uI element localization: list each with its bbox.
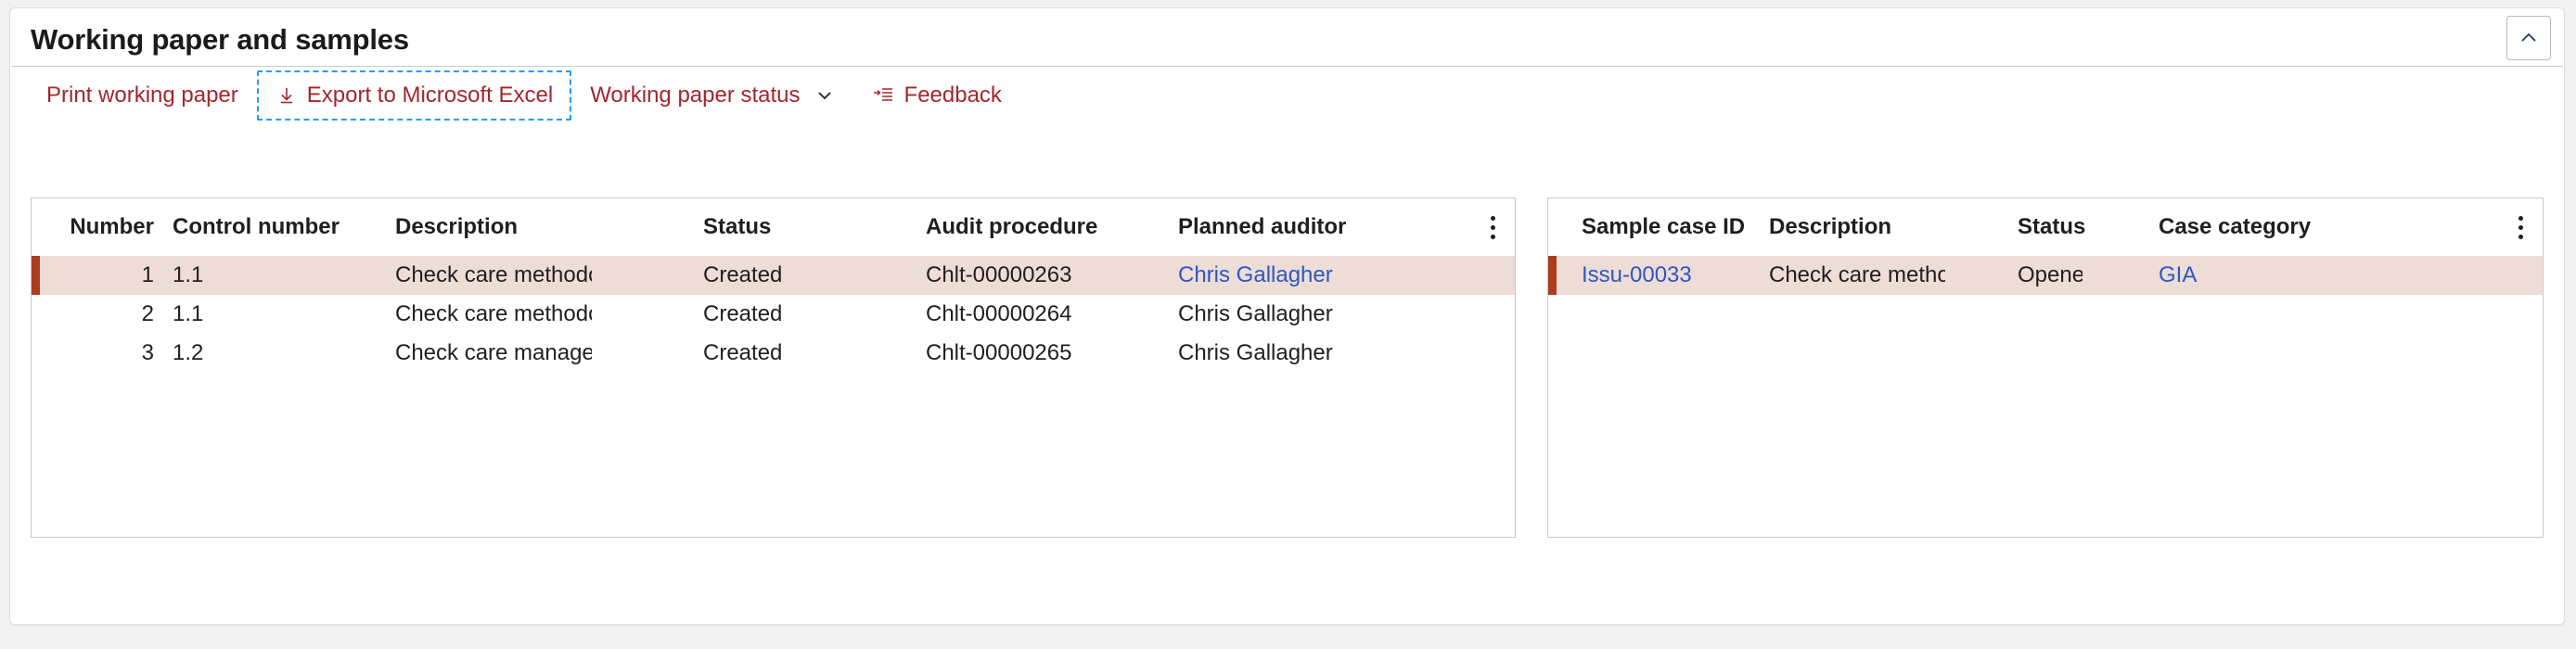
cell-planned-auditor: Chris Gallagher: [1178, 301, 1333, 326]
column-header-planned-auditor[interactable]: Planned auditor: [1169, 214, 1354, 240]
cell-audit-procedure: Chlt-00000265: [926, 340, 1072, 365]
cell-control-number: 1.1: [173, 301, 204, 326]
row-selection-indicator: [32, 295, 40, 334]
chevron-up-icon: [2517, 26, 2541, 50]
more-vertical-icon: [2518, 213, 2523, 241]
export-to-excel-label: Export to Microsoft Excel: [306, 82, 554, 108]
column-header-number[interactable]: Number: [56, 214, 163, 240]
feedback-label: Feedback: [904, 82, 1002, 108]
column-header-description[interactable]: Description: [386, 214, 592, 240]
column-header-sample-case-id[interactable]: Sample case ID: [1572, 214, 1745, 240]
samples-grid: Sample case ID Description Status Case c…: [1547, 197, 2544, 538]
download-arrow-icon: [276, 84, 298, 107]
cell-planned-auditor: Chris Gallagher: [1169, 262, 1354, 288]
cell-description: Check care methodology: [395, 262, 592, 287]
working-paper-grid-options-button[interactable]: [1480, 211, 1506, 243]
row-selection-indicator: [32, 334, 40, 373]
working-paper-status-label: Working paper status: [590, 82, 801, 108]
cell-description: Check care methodology: [395, 301, 592, 326]
chevron-down-icon: [814, 84, 836, 107]
cell-control-number: 1.1: [173, 262, 204, 287]
cell-description: Check care management: [395, 340, 592, 365]
working-paper-fasttab: Working paper and samples Print working …: [9, 7, 2565, 625]
cell-number: 3: [141, 340, 154, 365]
page-background: Working paper and samples Print working …: [0, 0, 2576, 649]
page-title: Working paper and samples: [31, 23, 409, 56]
column-header-case-category[interactable]: Case category: [2149, 214, 2311, 240]
cell-status: Created: [703, 301, 783, 326]
planned-auditor-link[interactable]: Chris Gallagher: [1178, 262, 1333, 287]
case-category-link[interactable]: GIA: [2159, 262, 2197, 287]
table-row[interactable]: 2 1.1 Check care methodology Created Chl…: [32, 295, 1515, 334]
grids-container: Number Control number Description Status…: [10, 125, 2564, 624]
table-row[interactable]: 1 1.1 Check care methodology Created Chl…: [32, 256, 1515, 295]
collapse-panel-button[interactable]: [2506, 16, 2551, 60]
feedback-button[interactable]: Feedback: [854, 70, 1020, 121]
print-working-paper-button[interactable]: Print working paper: [28, 70, 257, 121]
working-paper-grid: Number Control number Description Status…: [31, 197, 1516, 538]
row-selection-indicator: [1548, 256, 1557, 295]
command-toolbar: Print working paper Export to Microsoft …: [11, 66, 2563, 123]
cell-planned-auditor: Chris Gallagher: [1178, 340, 1333, 365]
samples-grid-options-button[interactable]: [2507, 211, 2533, 243]
more-vertical-icon: [1490, 213, 1495, 241]
cell-audit-procedure: Chlt-00000264: [926, 301, 1072, 326]
arrow-to-list-icon: [873, 84, 895, 107]
column-header-status[interactable]: Status: [694, 214, 813, 240]
cell-sample-case-id: Issu-00033: [1572, 262, 1702, 288]
working-paper-grid-header: Number Control number Description Status…: [32, 198, 1515, 256]
cell-number: 2: [141, 301, 154, 326]
cell-status: Created: [703, 262, 783, 287]
column-header-control-number[interactable]: Control number: [163, 214, 340, 240]
table-row[interactable]: Issu-00033 Check care methodology Opened…: [1548, 256, 2543, 295]
samples-grid-header: Sample case ID Description Status Case c…: [1548, 198, 2543, 256]
cell-sample-description: Check care methodology: [1769, 262, 1945, 287]
row-selection-indicator: [32, 256, 40, 295]
working-paper-status-menu[interactable]: Working paper status: [571, 70, 853, 121]
cell-case-category: GIA: [2149, 262, 2279, 288]
column-header-sample-description[interactable]: Description: [1760, 214, 1945, 240]
cell-sample-status: Opened: [2018, 262, 2083, 287]
export-to-excel-button[interactable]: Export to Microsoft Excel: [256, 70, 572, 121]
cell-audit-procedure: Chlt-00000263: [926, 262, 1072, 287]
table-row[interactable]: 3 1.2 Check care management Created Chlt…: [32, 334, 1515, 373]
column-header-sample-status[interactable]: Status: [2008, 214, 2085, 240]
column-header-audit-procedure[interactable]: Audit procedure: [916, 214, 1097, 240]
cell-control-number: 1.2: [173, 340, 204, 365]
cell-number: 1: [141, 262, 154, 287]
print-working-paper-label: Print working paper: [46, 82, 238, 108]
panel-header: Working paper and samples: [10, 8, 2564, 66]
cell-status: Created: [703, 340, 783, 365]
sample-case-id-link[interactable]: Issu-00033: [1582, 262, 1692, 287]
